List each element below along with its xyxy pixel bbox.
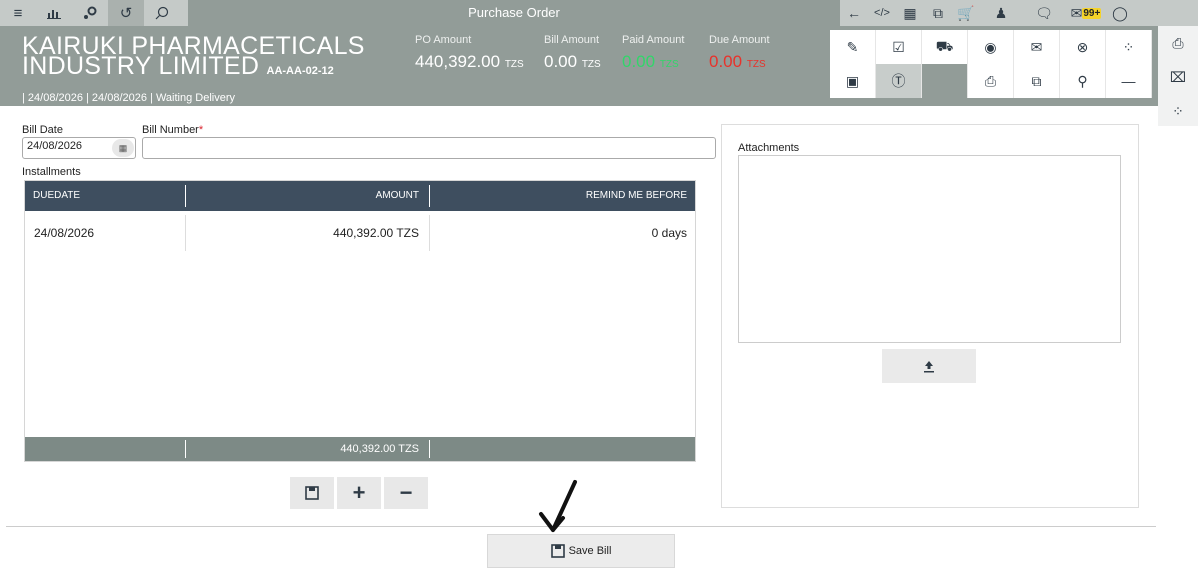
mail-icon[interactable]: ✉ 99+ [1066, 0, 1106, 26]
bill-amount-value: 0.00 [544, 52, 578, 71]
save-row-button[interactable] [290, 477, 334, 509]
zoom-icon[interactable]: ⚲ [1060, 64, 1106, 98]
history-icon[interactable]: ↺ [108, 0, 144, 26]
bill-number-label: Bill Number* [142, 124, 203, 136]
back-arrow-icon[interactable]: ← [840, 0, 868, 26]
archive-icon[interactable]: ▣ [830, 64, 876, 98]
attachments-title: Attachments [738, 142, 800, 154]
upload-icon [924, 361, 934, 373]
toolbar-left-group: ≡ ↺ [0, 0, 188, 26]
page-title: Purchase Order [468, 5, 560, 20]
remove-row-button[interactable]: − [384, 477, 428, 509]
stop-circle-icon[interactable]: ◉ [968, 30, 1014, 64]
print-icon[interactable]: ⎙ [968, 64, 1014, 98]
mail-badge: 99+ [1082, 7, 1102, 19]
bill-date-label: Bill Date [22, 124, 63, 136]
user-icon[interactable]: ◯ [1106, 0, 1134, 26]
floppy-icon [305, 486, 319, 500]
col-duedate[interactable]: DUEDATE [33, 181, 80, 211]
due-amount-label: Due Amount [709, 34, 770, 46]
cart-icon[interactable]: 🛒 [952, 0, 980, 26]
row-duedate: 24/08/2026 [34, 226, 95, 240]
edit-icon[interactable]: ✎ [830, 30, 876, 64]
calendar-icon[interactable]: ▦ [112, 139, 134, 157]
chart-icon[interactable] [36, 0, 72, 26]
copy-icon[interactable]: ⧉ [924, 0, 952, 26]
due-amount-currency: TZS [746, 59, 766, 70]
envelope-icon[interactable]: ✉ [1014, 30, 1060, 64]
installments-table: DUEDATE AMOUNT REMIND ME BEFORE 24/08/20… [24, 180, 696, 462]
cancel-circle-icon[interactable]: ⊗ [1060, 30, 1106, 64]
foot-separator [185, 440, 186, 458]
table-footer: 440,392.00 TZS [25, 437, 695, 461]
payment-icon[interactable]: Ⓣ [876, 64, 922, 98]
excel-icon[interactable]: ⌧ [1158, 60, 1198, 94]
side-action-column: ⎙ ⌧ ⁘ [1158, 26, 1198, 126]
add-row-button[interactable]: + [337, 477, 381, 509]
top-toolbar: ≡ ↺ Purchase Order ← </> ▦ ⧉ 🛒 ♟ 🗨 ✉ 99+ … [0, 0, 1198, 26]
company-name-line2: INDUSTRY LIMITED [22, 52, 260, 80]
bill-amount-currency: TZS [581, 59, 601, 70]
minus-icon[interactable]: — [1106, 64, 1152, 98]
user-group-icon[interactable]: ♟ [980, 0, 1022, 26]
po-amount-currency: TZS [504, 59, 524, 70]
annotation-arrow [539, 480, 577, 532]
po-amount: PO Amount 440,392.00 TZS [415, 34, 524, 72]
upload-button[interactable] [882, 349, 976, 383]
search-icon[interactable] [144, 0, 180, 26]
bill-number-label-text: Bill Number [142, 124, 199, 136]
attachments-dropzone[interactable] [738, 155, 1121, 343]
loading-icon[interactable]: ⁘ [1106, 30, 1152, 64]
status-line: | 24/08/2026 | 24/08/2026 | Waiting Deli… [22, 92, 236, 104]
paid-amount-value: 0.00 [622, 52, 656, 71]
row-remind: 0 days [651, 226, 687, 240]
calculator-icon[interactable]: ▦ [896, 0, 924, 26]
action-grid: ✎ ☑ ⛟ ◉ ✉ ⊗ ⁘ ▣ Ⓣ ⎙ ⧉ ⚲ — [830, 30, 1158, 98]
empty-cell [922, 64, 968, 98]
order-code: AA-AA-02-12 [266, 65, 334, 77]
save-bill-button[interactable]: Save Bill [487, 534, 675, 568]
total-amount: 440,392.00 TZS [340, 443, 419, 455]
row-amount: 440,392.00 TZS [333, 226, 419, 240]
truck-icon[interactable]: ⛟ [922, 30, 968, 64]
code-icon[interactable]: </> [868, 0, 896, 26]
due-amount-value: 0.00 [709, 52, 743, 71]
col-amount[interactable]: AMOUNT [376, 181, 419, 211]
foot-separator [429, 440, 430, 458]
col-separator [429, 185, 430, 207]
paid-amount-currency: TZS [659, 59, 679, 70]
row-separator [185, 215, 186, 251]
menu-icon[interactable]: ≡ [0, 0, 36, 26]
bill-number-field[interactable] [142, 137, 716, 159]
company-name: KAIRUKI PHARMACETICALS INDUSTRY LIMITED … [22, 34, 365, 81]
bill-amount-label: Bill Amount [544, 34, 600, 46]
floppy-icon [550, 544, 565, 558]
paid-amount-label: Paid Amount [622, 34, 685, 46]
paid-amount: Paid Amount 0.00 TZS [622, 34, 684, 72]
col-remind[interactable]: REMIND ME BEFORE [586, 181, 687, 211]
table-header: DUEDATE AMOUNT REMIND ME BEFORE [25, 181, 695, 211]
duplicate-icon[interactable]: ⧉ [1014, 64, 1060, 98]
toolbar-right-group: ← </> ▦ ⧉ 🛒 ♟ 🗨 ✉ 99+ ◯ [840, 0, 1198, 26]
po-amount-value: 440,392.00 [415, 52, 501, 71]
checkbox-icon[interactable]: ☑ [876, 30, 922, 64]
spinner-icon[interactable]: ⁘ [1158, 94, 1198, 128]
workflow-icon[interactable] [72, 0, 108, 26]
chat-icon[interactable]: 🗨 [1022, 0, 1066, 26]
table-row[interactable]: 24/08/2026 440,392.00 TZS 0 days [25, 215, 695, 251]
row-separator [429, 215, 430, 251]
po-amount-label: PO Amount [415, 34, 472, 46]
save-bill-label: Save Bill [568, 545, 612, 557]
bill-amount: Bill Amount 0.00 TZS [544, 34, 601, 72]
required-marker: * [198, 124, 204, 136]
installments-label: Installments [22, 166, 81, 178]
printer-icon[interactable]: ⎙ [1158, 26, 1198, 60]
col-separator [185, 185, 186, 207]
due-amount: Due Amount 0.00 TZS [709, 34, 770, 72]
